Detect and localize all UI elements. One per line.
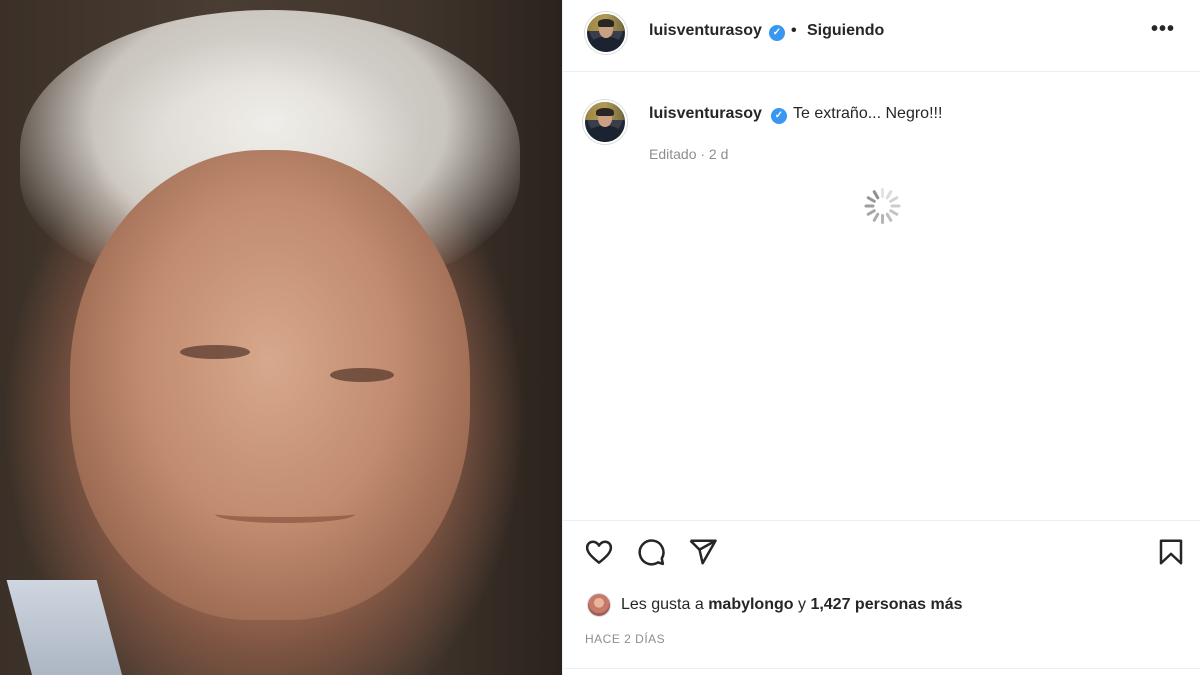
comment-icon [638,539,665,566]
spinner-spoke [881,214,884,224]
caption-avatar[interactable] [583,100,627,144]
more-options-icon[interactable]: ••• [1151,18,1175,41]
bookmark-icon [1159,539,1183,565]
photo-eye-left [180,345,250,359]
share-button[interactable] [687,536,719,568]
likes-prefix: Les gusta a [621,596,704,613]
spinner-spoke [885,212,893,223]
post-timestamp: Hace 2 días [585,632,666,646]
likes-summary: Les gusta a mabylongo y 1,427 personas m… [587,592,963,618]
likes-joiner: y [797,596,806,613]
save-button[interactable] [1155,536,1187,568]
post-side-panel: luisventurasoy ✓ • Siguiendo ••• luisven… [562,0,1200,675]
verified-badge-icon: ✓ [771,108,787,124]
header-username-link[interactable]: luisventurasoy [649,22,762,40]
profile-avatar[interactable] [585,12,627,54]
caption-text: Te extraño... Negro!!! [793,105,943,122]
liker-username-link[interactable]: mabylongo [708,596,793,614]
photo-eye-right [330,368,394,382]
spinner-spoke [890,204,901,208]
comment-button[interactable] [635,536,667,568]
post-photo[interactable] [0,0,562,675]
caption-username-link[interactable]: luisventurasoy [649,105,762,123]
photo-face [70,150,470,620]
liker-avatar[interactable] [587,593,611,617]
heart-icon [585,540,613,564]
spinner-spoke [881,188,884,198]
post-header: luisventurasoy ✓ • Siguiendo ••• [563,0,1200,72]
following-button[interactable]: Siguiendo [807,22,884,40]
spinner-spoke [888,208,899,217]
header-separator: • [791,22,797,39]
like-button[interactable] [583,536,615,568]
action-bar-divider [563,520,1200,521]
verified-badge-icon: ✓ [769,25,785,41]
caption-meta: Editado · 2 d [649,146,729,162]
likes-count-link[interactable]: 1,427 personas más [810,596,962,614]
photo-shirt [6,580,124,675]
spinner-spoke [888,195,899,204]
bottom-divider [563,668,1200,669]
loading-spinner-icon [863,186,903,226]
spinner-spoke [872,212,880,223]
photo-mouth [215,505,355,523]
send-icon [689,539,717,565]
spinner-spoke [864,204,875,208]
